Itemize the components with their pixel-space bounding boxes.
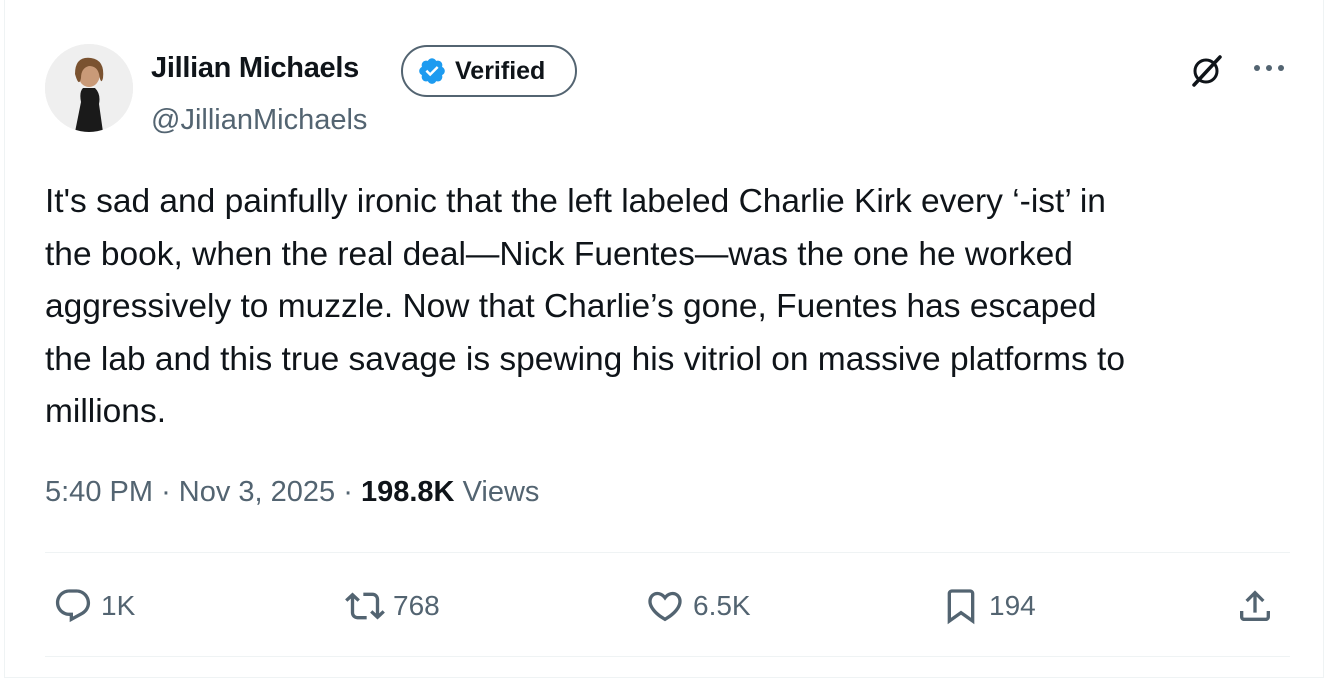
meta-separator: · [343, 476, 353, 508]
repost-icon [345, 592, 385, 620]
divider [45, 552, 1290, 553]
bookmark-button[interactable]: 194 [941, 584, 1036, 628]
post-date[interactable]: Nov 3, 2025 [179, 476, 335, 508]
repost-count: 768 [393, 590, 440, 621]
reply-button[interactable]: 1K [53, 584, 135, 628]
verified-badge[interactable]: Verified [401, 45, 577, 97]
reply-count: 1K [101, 590, 136, 621]
like-count: 6.5K [693, 590, 751, 621]
post-card: Jillian Michaels Verified @JillianMichae… [4, 0, 1324, 678]
post-time[interactable]: 5:40 PM [45, 476, 153, 508]
author-name[interactable]: Jillian Michaels [151, 52, 359, 85]
bookmark-count: 194 [989, 590, 1036, 621]
avatar[interactable] [45, 44, 133, 132]
verified-badge-icon [419, 58, 445, 84]
grok-icon[interactable] [1185, 48, 1229, 92]
more-icon[interactable] [1249, 56, 1289, 80]
divider [45, 656, 1290, 657]
avatar-image [45, 44, 133, 132]
repost-button[interactable]: 768 [345, 584, 440, 628]
share-button[interactable] [1235, 584, 1275, 628]
views-label: Views [462, 476, 540, 508]
post-meta: 5:40 PM · Nov 3, 2025 · 198.8K Views [45, 476, 539, 509]
like-button[interactable]: 6.5K [645, 584, 751, 628]
reply-icon [55, 589, 91, 623]
author-handle[interactable]: @JillianMichaels [151, 104, 367, 137]
views-count: 198.8K [360, 476, 455, 508]
heart-icon [648, 591, 682, 622]
meta-separator: · [161, 476, 171, 508]
verified-label: Verified [455, 56, 546, 85]
bookmark-icon [947, 589, 975, 625]
post-text: It's sad and painfully ironic that the l… [45, 183, 1125, 430]
share-icon [1240, 590, 1270, 621]
